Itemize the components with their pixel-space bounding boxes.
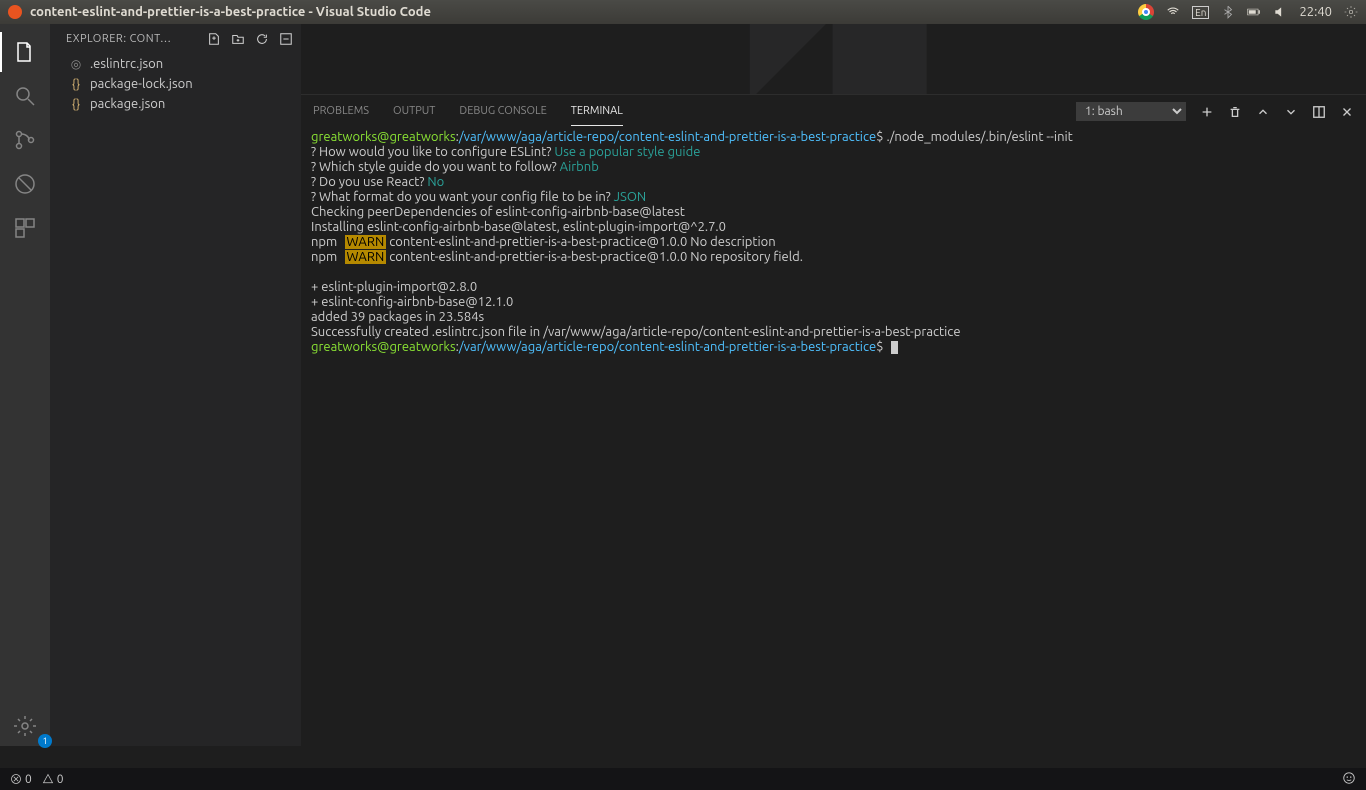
file-label: .eslintrc.json — [90, 57, 163, 71]
activity-explorer[interactable] — [0, 32, 50, 72]
terminal-selector[interactable]: 1: bash — [1076, 102, 1186, 121]
terminal-cursor — [891, 341, 898, 354]
file-package[interactable]: {} package.json — [50, 94, 301, 114]
bottom-panel: PROBLEMS OUTPUT DEBUG CONSOLE TERMINAL 1… — [301, 94, 1366, 746]
file-label: package.json — [90, 97, 165, 111]
editor-area: ◤▮▮ PROBLEMS OUTPUT DEBUG CONSOLE TERMIN… — [301, 24, 1366, 746]
refresh-icon[interactable] — [255, 32, 269, 46]
settings-badge: 1 — [38, 734, 52, 748]
status-warnings[interactable]: 0 — [42, 773, 64, 786]
lang-indicator[interactable]: En — [1192, 6, 1209, 19]
tab-terminal[interactable]: TERMINAL — [571, 97, 623, 126]
vscode-logo-icon: ◤▮▮ — [751, 24, 915, 94]
chrome-icon[interactable] — [1138, 4, 1154, 20]
activity-debug[interactable] — [0, 164, 50, 204]
chevron-down-icon[interactable] — [1284, 105, 1298, 119]
feedback-icon[interactable] — [1342, 775, 1356, 788]
new-folder-icon[interactable] — [231, 32, 245, 46]
eslint-icon: ◎ — [68, 57, 84, 71]
status-bar: 0 0 — [0, 768, 1366, 790]
explorer-title: EXPLORER: CONT… — [66, 33, 207, 45]
collapse-icon[interactable] — [279, 32, 293, 46]
settings-gear-icon[interactable] — [1344, 5, 1358, 19]
json-icon: {} — [68, 78, 84, 91]
window-close-icon[interactable] — [8, 5, 22, 19]
status-errors[interactable]: 0 — [10, 773, 32, 786]
activity-bar: 1 — [0, 24, 50, 746]
split-panel-icon[interactable] — [1312, 105, 1326, 119]
volume-icon[interactable] — [1273, 5, 1287, 19]
json-icon: {} — [68, 98, 84, 111]
maximize-panel-icon[interactable] — [1256, 105, 1270, 119]
file-label: package-lock.json — [90, 77, 193, 91]
os-titlebar: content-eslint-and-prettier-is-a-best-pr… — [0, 0, 1366, 24]
tab-problems[interactable]: PROBLEMS — [313, 97, 369, 126]
activity-extensions[interactable] — [0, 208, 50, 248]
activity-settings[interactable]: 1 — [0, 706, 50, 746]
activity-search[interactable] — [0, 76, 50, 116]
tab-output[interactable]: OUTPUT — [393, 97, 435, 126]
wifi-icon[interactable] — [1166, 5, 1180, 19]
close-panel-icon[interactable] — [1340, 105, 1354, 119]
tab-debug-console[interactable]: DEBUG CONSOLE — [459, 97, 546, 126]
explorer-sidebar: EXPLORER: CONT… ◎ .eslintrc.json {} pack… — [50, 24, 301, 746]
kill-terminal-icon[interactable] — [1228, 105, 1242, 119]
clock[interactable]: 22:40 — [1299, 5, 1332, 19]
new-terminal-icon[interactable] — [1200, 105, 1214, 119]
battery-icon[interactable] — [1247, 5, 1261, 19]
bluetooth-icon[interactable] — [1221, 5, 1235, 19]
editor-watermark: ◤▮▮ — [301, 24, 1366, 94]
file-eslintrc[interactable]: ◎ .eslintrc.json — [50, 54, 301, 74]
new-file-icon[interactable] — [207, 32, 221, 46]
activity-scm[interactable] — [0, 120, 50, 160]
terminal-output[interactable]: greatworks@greatworks:/var/www/aga/artic… — [301, 128, 1366, 746]
window-title: content-eslint-and-prettier-is-a-best-pr… — [30, 5, 431, 19]
file-package-lock[interactable]: {} package-lock.json — [50, 74, 301, 94]
